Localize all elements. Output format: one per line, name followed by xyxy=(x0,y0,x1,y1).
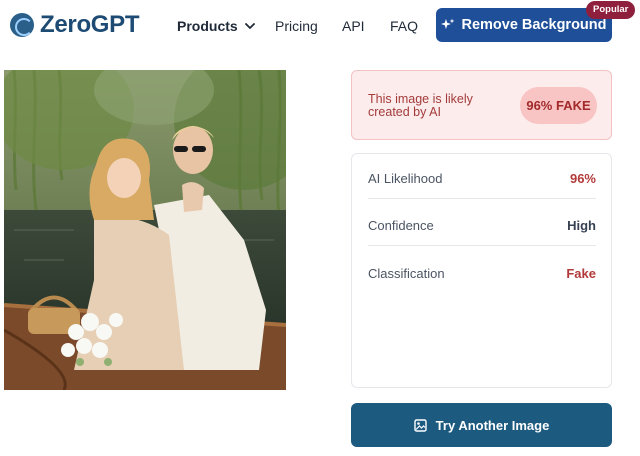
stat-confidence: Confidence High xyxy=(368,206,596,246)
stat-label: Confidence xyxy=(368,218,434,233)
remove-background-label: Remove Background xyxy=(461,17,607,33)
uploaded-photo-illustration xyxy=(4,70,286,390)
uploaded-image xyxy=(4,70,286,390)
nav-api[interactable]: API xyxy=(342,18,365,34)
logo-text: ZeroGPT xyxy=(40,11,140,38)
stat-value: 96% xyxy=(569,171,596,186)
logo[interactable]: ZeroGPT xyxy=(10,11,140,39)
stat-value: Fake xyxy=(566,265,596,281)
try-another-image-button[interactable]: Try Another Image xyxy=(351,403,612,447)
chevron-down-icon xyxy=(244,23,255,29)
fake-verdict-badge: 96% FAKE xyxy=(520,87,597,124)
stat-value: High xyxy=(567,218,596,233)
brain-logo-icon xyxy=(10,13,34,37)
result-message: This image is likely created by AI xyxy=(368,92,473,119)
nav-faq[interactable]: FAQ xyxy=(390,18,418,34)
nav-pricing[interactable]: Pricing xyxy=(275,18,318,34)
ai-detection-result-banner: This image is likely created by AI 96% F… xyxy=(351,70,612,140)
popular-badge: Popular xyxy=(586,1,636,19)
try-another-image-label: Try Another Image xyxy=(435,417,550,433)
stat-ai-likelihood: AI Likelihood 96% xyxy=(368,159,596,199)
sparkle-icon xyxy=(441,18,455,29)
top-navigation: ZeroGPT Products Pricing API FAQ Remove … xyxy=(0,0,640,52)
stat-classification: Classification Fake xyxy=(368,253,596,293)
stat-label: AI Likelihood xyxy=(368,171,443,186)
stat-label: Classification xyxy=(368,265,445,281)
nav-products-label: Products xyxy=(177,18,238,34)
nav-products[interactable]: Products xyxy=(177,18,256,34)
image-icon xyxy=(413,418,427,432)
analysis-details-card: AI Likelihood 96% Confidence High Classi… xyxy=(351,153,612,388)
